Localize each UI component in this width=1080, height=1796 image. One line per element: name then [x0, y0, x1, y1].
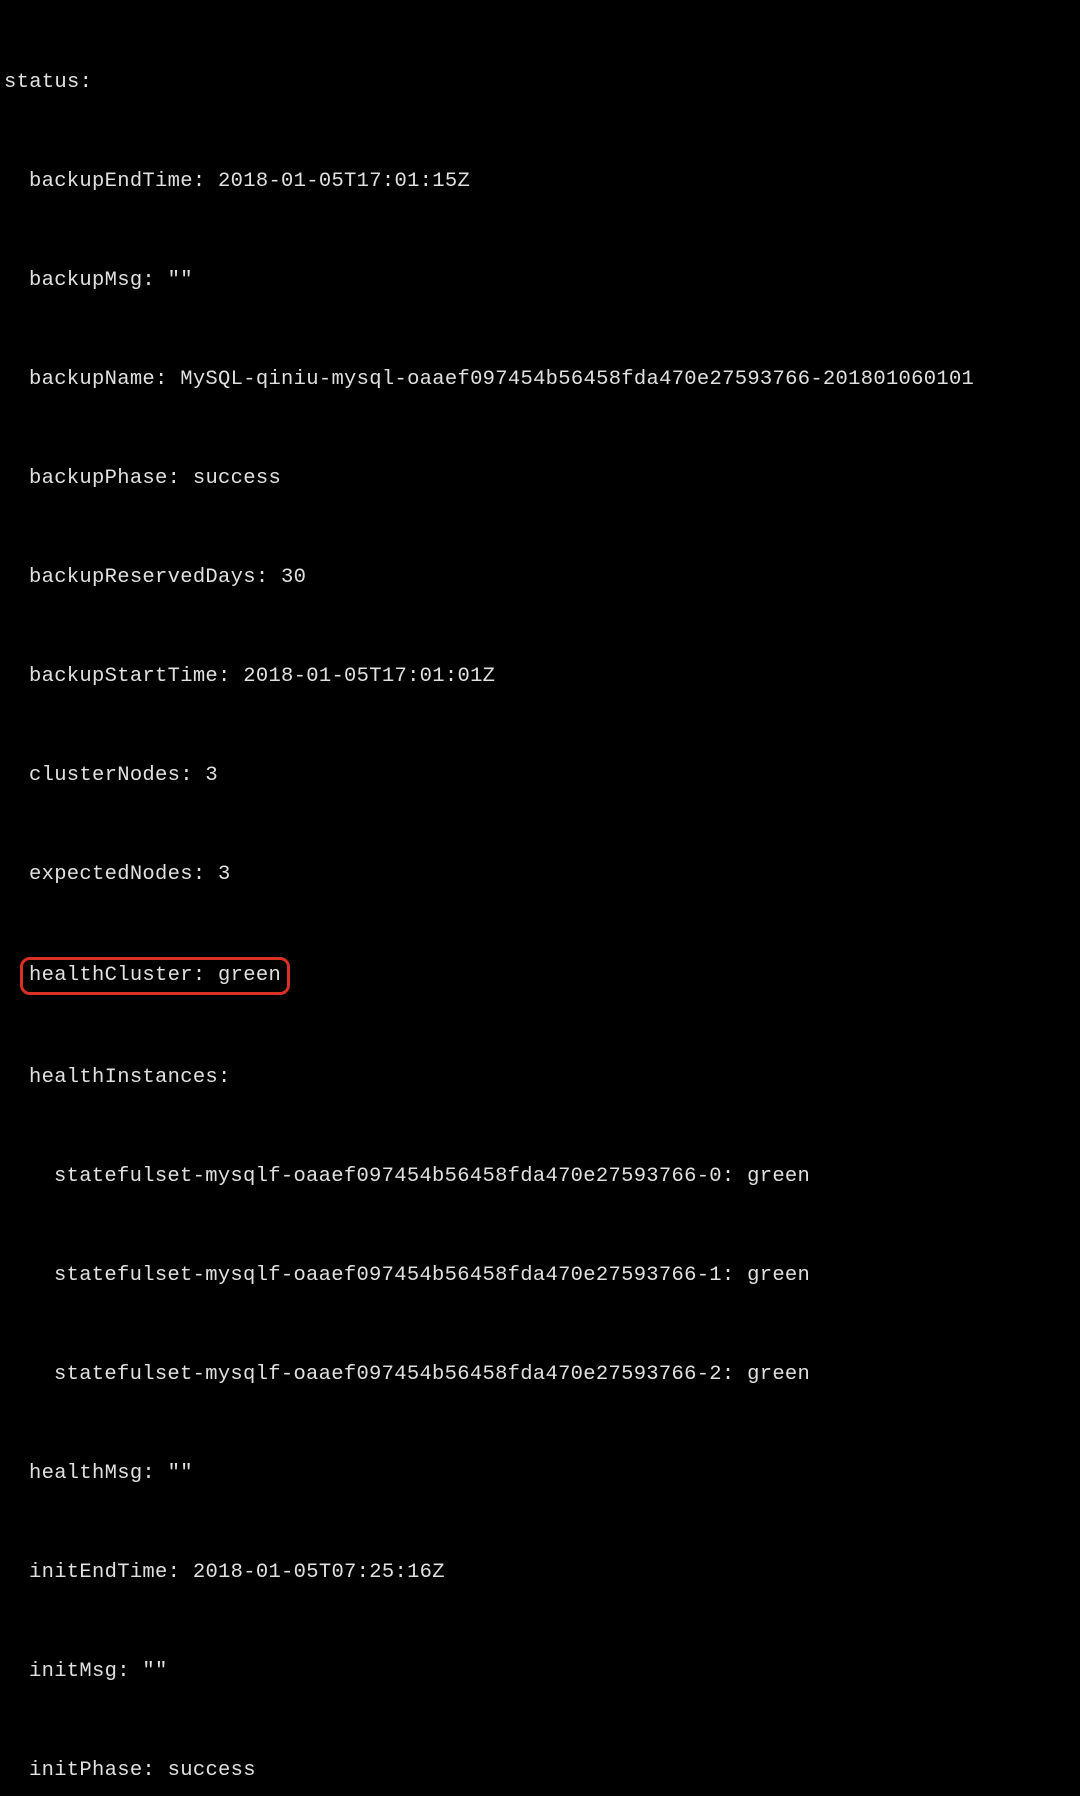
- yaml-line: healthInstances:: [4, 1061, 1080, 1094]
- yaml-value: success: [155, 1759, 256, 1782]
- yaml-key: healthCluster:: [29, 964, 205, 987]
- yaml-key: statefulset-mysqlf-oaaef097454b56458fda4…: [54, 1264, 735, 1287]
- yaml-value: 30: [268, 566, 306, 589]
- yaml-key: backupMsg:: [29, 269, 155, 292]
- yaml-line: status:: [4, 66, 1080, 99]
- yaml-line: statefulset-mysqlf-oaaef097454b56458fda4…: [4, 1160, 1080, 1193]
- yaml-line: initPhase: success: [4, 1754, 1080, 1787]
- yaml-value: success: [180, 467, 281, 490]
- yaml-line: backupPhase: success: [4, 462, 1080, 495]
- yaml-value: 2018-01-05T17:01:01Z: [231, 665, 496, 688]
- yaml-value: 2018-01-05T17:01:15Z: [205, 170, 470, 193]
- yaml-key: clusterNodes:: [29, 764, 193, 787]
- yaml-value: 3: [193, 764, 218, 787]
- yaml-value: 3: [205, 863, 230, 886]
- yaml-line: initEndTime: 2018-01-05T07:25:16Z: [4, 1556, 1080, 1589]
- yaml-key: initMsg:: [29, 1660, 130, 1683]
- yaml-value: green: [735, 1363, 811, 1386]
- yaml-key: healthInstances:: [29, 1066, 231, 1089]
- yaml-key: initEndTime:: [29, 1561, 180, 1584]
- terminal-output: status: backupEndTime: 2018-01-05T17:01:…: [4, 0, 1080, 1796]
- yaml-key: backupReservedDays:: [29, 566, 268, 589]
- highlight-box: healthCluster: green: [20, 957, 290, 995]
- yaml-line: statefulset-mysqlf-oaaef097454b56458fda4…: [4, 1259, 1080, 1292]
- yaml-key: backupEndTime:: [29, 170, 205, 193]
- yaml-line: clusterNodes: 3: [4, 759, 1080, 792]
- yaml-value: "": [155, 1462, 193, 1485]
- yaml-key: backupPhase:: [29, 467, 180, 490]
- yaml-line: expectedNodes: 3: [4, 858, 1080, 891]
- yaml-line: healthMsg: "": [4, 1457, 1080, 1490]
- yaml-value: green: [735, 1264, 811, 1287]
- yaml-key: status:: [4, 71, 92, 94]
- yaml-value: green: [205, 964, 281, 987]
- yaml-line: statefulset-mysqlf-oaaef097454b56458fda4…: [4, 1358, 1080, 1391]
- yaml-line-highlighted: healthCluster: green: [4, 957, 1080, 995]
- yaml-value: MySQL-qiniu-mysql-oaaef097454b56458fda47…: [168, 368, 975, 391]
- yaml-line: backupReservedDays: 30: [4, 561, 1080, 594]
- yaml-line: initMsg: "": [4, 1655, 1080, 1688]
- yaml-key: expectedNodes:: [29, 863, 205, 886]
- yaml-value: green: [735, 1165, 811, 1188]
- yaml-key: statefulset-mysqlf-oaaef097454b56458fda4…: [54, 1165, 735, 1188]
- yaml-key: backupName:: [29, 368, 168, 391]
- yaml-key: initPhase:: [29, 1759, 155, 1782]
- yaml-value: "": [130, 1660, 168, 1683]
- yaml-key: backupStartTime:: [29, 665, 231, 688]
- yaml-line: backupStartTime: 2018-01-05T17:01:01Z: [4, 660, 1080, 693]
- yaml-key: statefulset-mysqlf-oaaef097454b56458fda4…: [54, 1363, 735, 1386]
- yaml-line: backupMsg: "": [4, 264, 1080, 297]
- yaml-line: backupEndTime: 2018-01-05T17:01:15Z: [4, 165, 1080, 198]
- yaml-line: backupName: MySQL-qiniu-mysql-oaaef09745…: [4, 363, 1080, 396]
- yaml-value: "": [155, 269, 193, 292]
- yaml-key: healthMsg:: [29, 1462, 155, 1485]
- yaml-value: 2018-01-05T07:25:16Z: [180, 1561, 445, 1584]
